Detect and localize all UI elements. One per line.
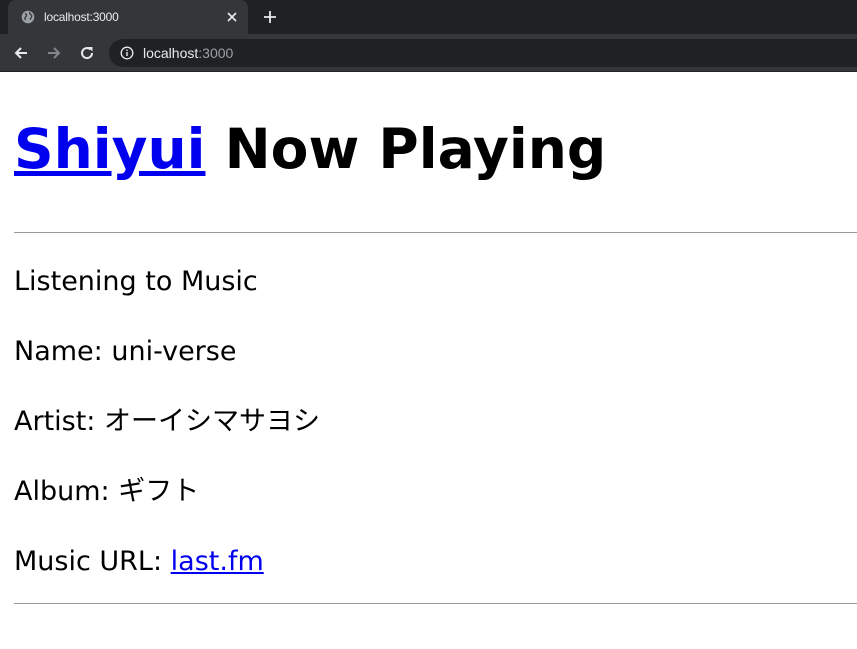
info-icon[interactable] xyxy=(119,45,135,61)
artist-label: Artist: xyxy=(14,406,104,437)
lastfm-link[interactable]: last.fm xyxy=(171,546,264,577)
album-label: Album: xyxy=(14,476,119,507)
track-album: Album: ギフト xyxy=(14,475,857,509)
track-name: Name: uni-verse xyxy=(14,335,857,369)
status-text: Listening to Music xyxy=(14,266,258,297)
url-port: :3000 xyxy=(198,44,234,61)
tab-strip: localhost:3000 xyxy=(0,0,857,34)
url-text: localhost:3000 xyxy=(143,45,233,61)
shiyui-link[interactable]: Shiyui xyxy=(14,117,205,181)
title-text: Now Playing xyxy=(205,117,607,181)
back-arrow-icon[interactable] xyxy=(9,41,33,65)
url-label: Music URL: xyxy=(14,546,171,577)
track-artist: Artist: オーイシマサヨシ xyxy=(14,405,857,439)
tab-title: localhost:3000 xyxy=(44,10,119,24)
address-bar[interactable]: localhost:3000 xyxy=(109,38,857,67)
divider-bottom xyxy=(14,603,857,604)
page-content: Shiyui Now Playing Listening to Music Na… xyxy=(0,114,857,604)
artist-value: オーイシマサヨシ xyxy=(104,406,320,437)
name-label: Name: xyxy=(14,336,112,367)
track-url: Music URL: last.fm xyxy=(14,545,857,579)
album-value: ギフト xyxy=(118,476,200,507)
url-host: localhost xyxy=(143,44,199,61)
browser-tab[interactable]: localhost:3000 xyxy=(8,0,248,34)
reload-icon[interactable] xyxy=(75,41,99,65)
close-icon[interactable] xyxy=(224,9,240,25)
plus-icon[interactable] xyxy=(260,7,280,27)
browser-toolbar: localhost:3000 xyxy=(0,34,857,72)
globe-icon xyxy=(20,9,36,25)
page-title: Shiyui Now Playing xyxy=(14,114,857,184)
forward-arrow-icon[interactable] xyxy=(42,41,66,65)
name-value: uni-verse xyxy=(111,336,237,367)
divider-top xyxy=(14,232,857,233)
